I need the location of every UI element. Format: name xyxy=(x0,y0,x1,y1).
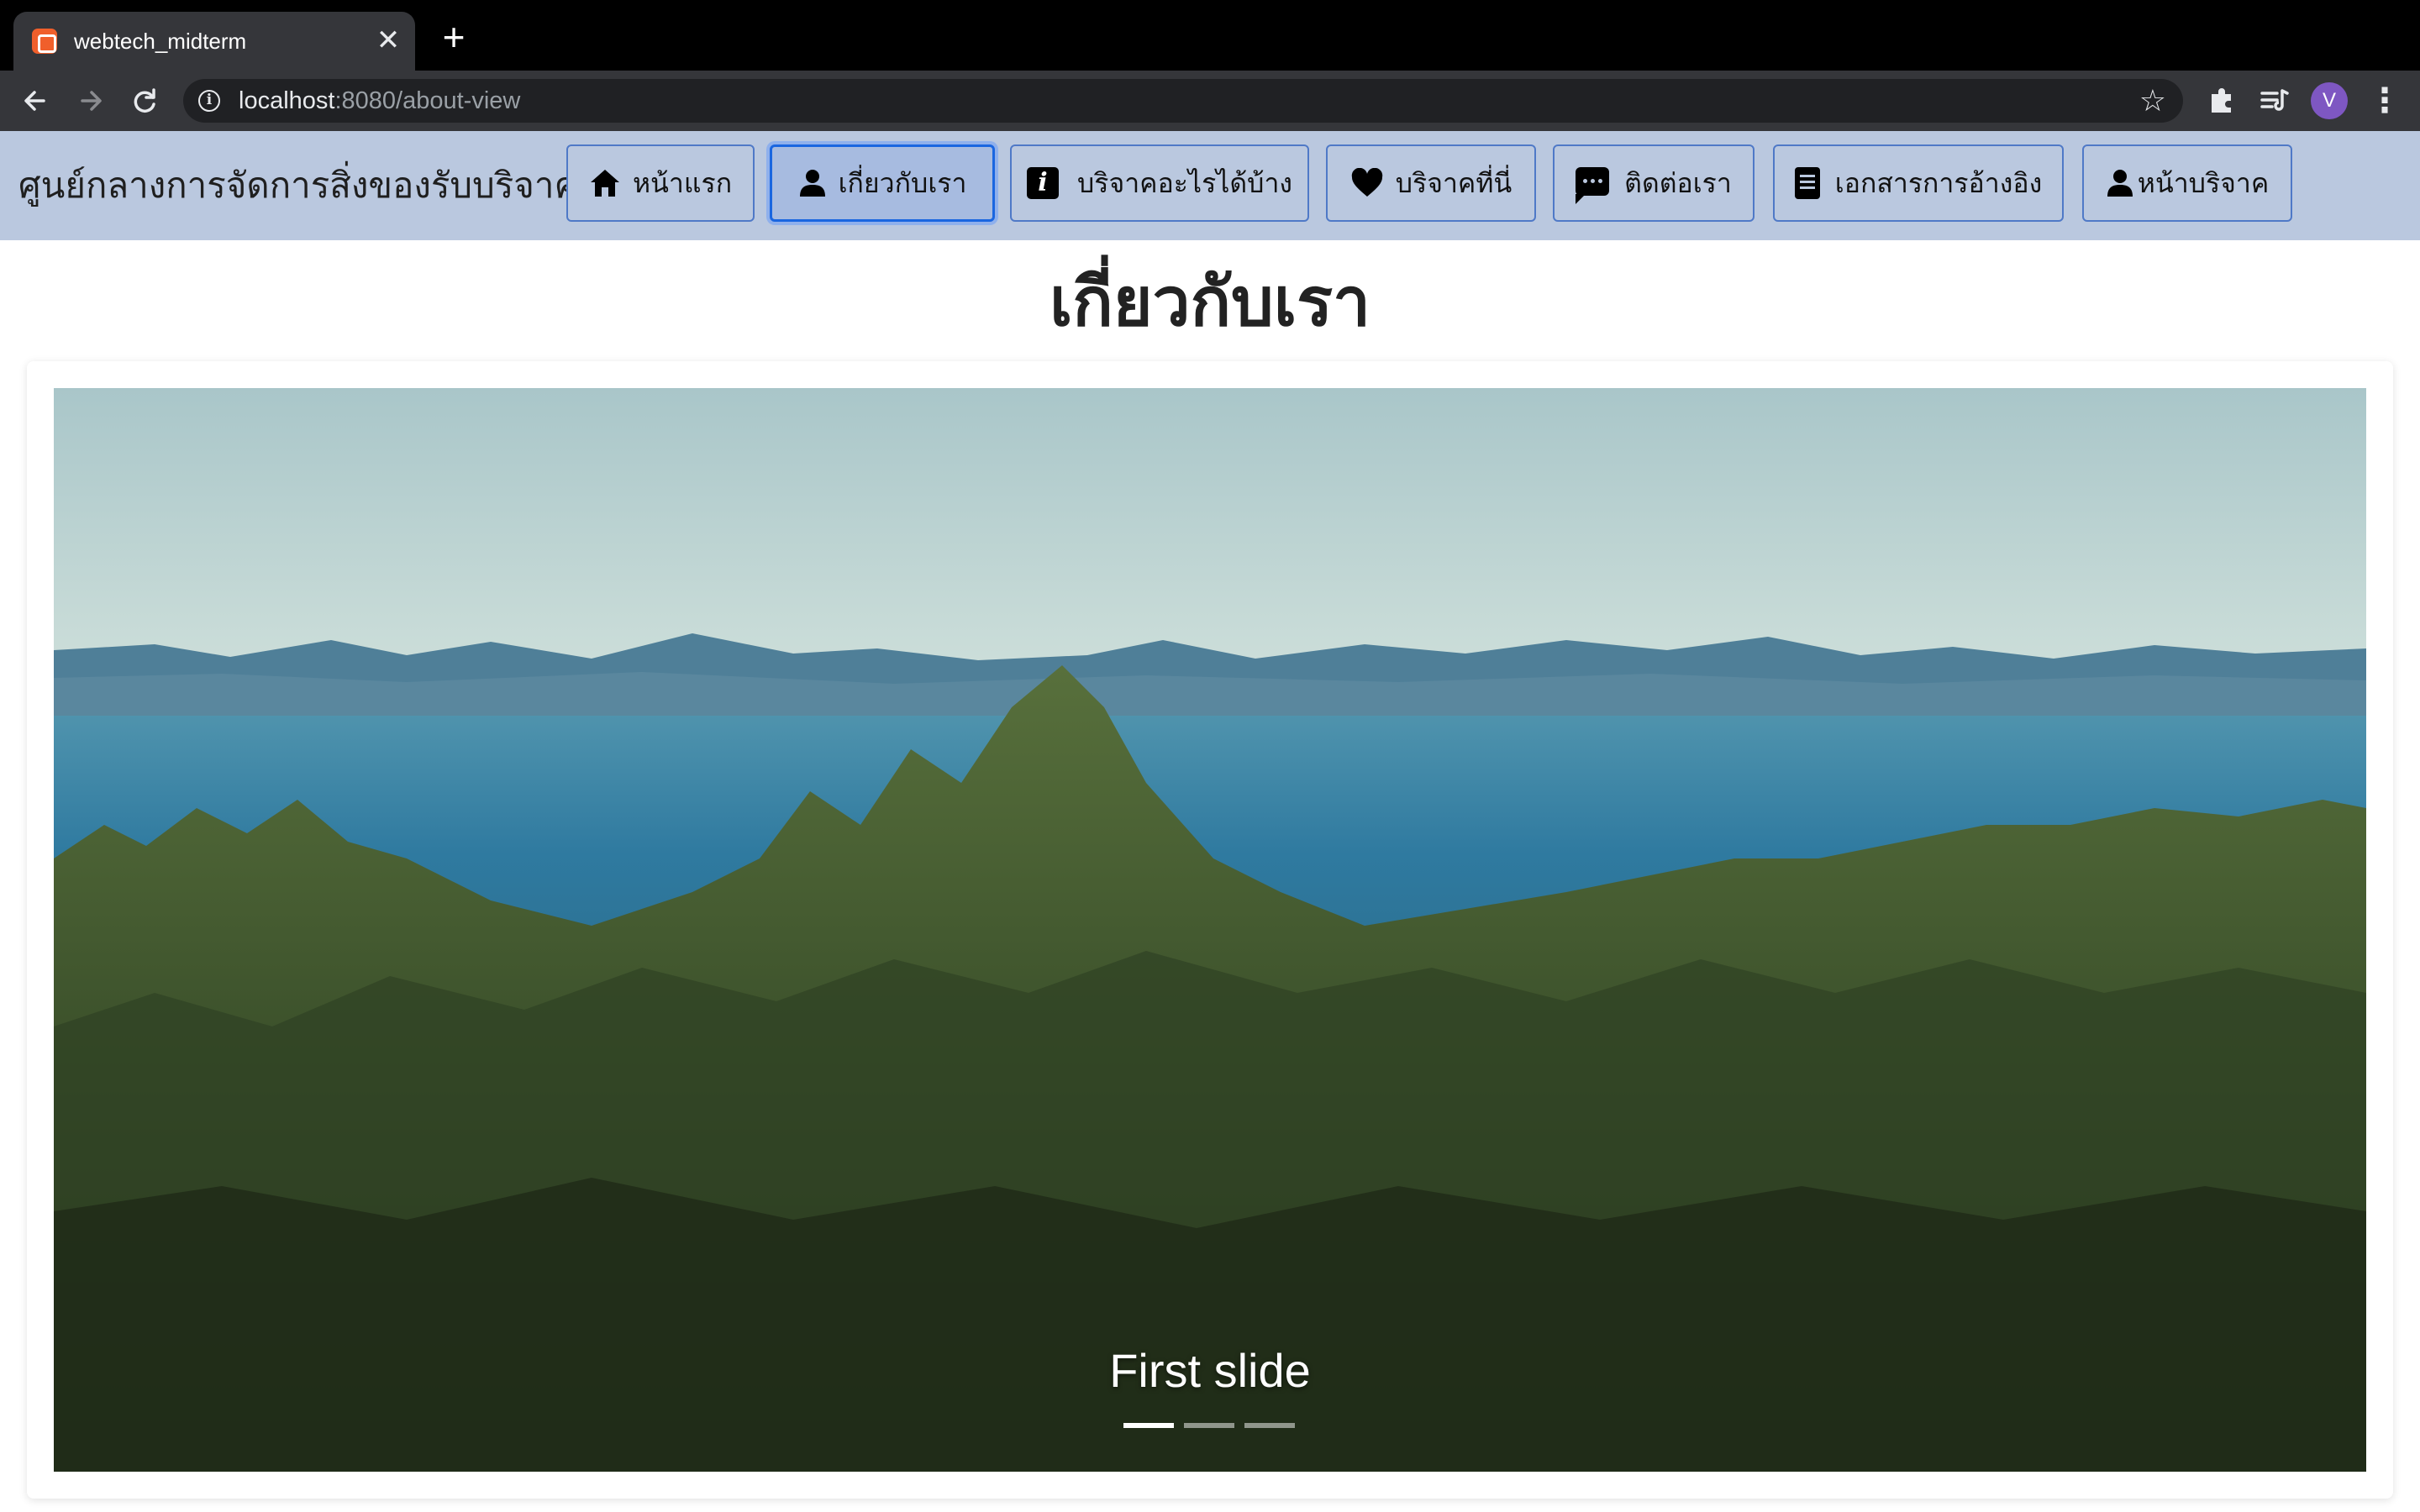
page-title: เกี่ยวกับเรา xyxy=(1049,263,1371,341)
url-path: :8080/about-view xyxy=(334,87,521,114)
browser-tab[interactable]: webtech_midterm ✕ xyxy=(13,12,415,71)
person-icon xyxy=(799,170,825,197)
nav-references-button[interactable]: เอกสารการอ้างอิง xyxy=(1773,144,2064,222)
nav-what-to-donate-label: บริจาคอะไรได้บ้าง xyxy=(1076,167,1293,198)
nav-about-label: เกี่ยวกับเรา xyxy=(838,167,967,198)
site-info-icon[interactable]: i xyxy=(198,90,220,112)
puzzle-icon xyxy=(2212,88,2231,113)
media-queue-button[interactable] xyxy=(2252,79,2296,123)
carousel-indicators xyxy=(1123,1423,1297,1428)
nav-donate-here-button[interactable]: บริจาคที่นี่ xyxy=(1326,144,1536,222)
person-icon xyxy=(2107,170,2133,197)
reload-button[interactable] xyxy=(123,79,166,123)
reload-icon xyxy=(134,88,155,113)
tab-title: webtech_midterm xyxy=(74,29,247,54)
nav-what-to-donate-button[interactable]: i บริจาคอะไรได้บ้าง xyxy=(1010,144,1309,222)
nav-contact-button[interactable]: ติดต่อเรา xyxy=(1553,144,1754,222)
bookmark-star-icon[interactable]: ☆ xyxy=(2139,84,2166,118)
forward-button[interactable] xyxy=(69,79,113,123)
new-tab-button[interactable]: + xyxy=(437,18,471,56)
home-icon xyxy=(590,170,619,197)
address-bar[interactable]: i localhost:8080/about-view ☆ xyxy=(183,79,2183,123)
document-icon xyxy=(1794,167,1820,199)
carousel-indicator-2[interactable] xyxy=(1184,1423,1234,1428)
browser-tabstrip: webtech_midterm ✕ + xyxy=(0,0,2420,71)
back-button[interactable] xyxy=(13,79,57,123)
nav-donation-page-button[interactable]: หน้าบริจาค xyxy=(2082,144,2292,222)
nav-contact-label: ติดต่อเรา xyxy=(1624,167,1732,198)
back-icon xyxy=(24,91,45,111)
xampp-favicon-icon xyxy=(32,29,57,54)
chat-icon xyxy=(1576,167,1610,204)
nav-donation-page-label: หน้าบริจาค xyxy=(2137,167,2270,198)
info-icon: i xyxy=(1026,167,1059,199)
carousel-indicator-1[interactable] xyxy=(1123,1423,1174,1428)
carousel-indicator-3[interactable] xyxy=(1244,1423,1295,1428)
carousel-caption: First slide xyxy=(1109,1344,1311,1397)
close-tab-icon[interactable]: ✕ xyxy=(373,25,403,55)
nav-about-button[interactable]: เกี่ยวกับเรา xyxy=(770,144,995,222)
url-text: localhost:8080/about-view xyxy=(239,88,520,113)
site-navbar: ศูนย์กลางการจัดการสิ่งของรับบริจาค หน้าแ… xyxy=(0,131,2420,240)
site-brand[interactable]: ศูนย์กลางการจัดการสิ่งของรับบริจาค xyxy=(18,165,578,207)
nav-references-label: เอกสารการอ้างอิง xyxy=(1834,167,2043,198)
image-carousel[interactable] xyxy=(54,388,2366,1472)
nav-donate-here-label: บริจาคที่นี่ xyxy=(1395,167,1512,198)
browser-toolbar: i localhost:8080/about-view ☆ V ⋮ xyxy=(0,71,2420,131)
nav-home-label: หน้าแรก xyxy=(632,167,733,198)
heart-icon xyxy=(1351,168,1382,197)
profile-avatar[interactable]: V xyxy=(2311,82,2348,119)
url-host: localhost xyxy=(239,87,335,114)
forward-icon xyxy=(81,91,102,111)
media-queue-icon xyxy=(2260,89,2289,111)
extensions-button[interactable] xyxy=(2200,79,2244,123)
nav-home-button[interactable]: หน้าแรก xyxy=(566,144,755,222)
more-menu-icon[interactable]: ⋮ xyxy=(2363,79,2407,123)
forest-landscape-image xyxy=(54,388,2366,1472)
